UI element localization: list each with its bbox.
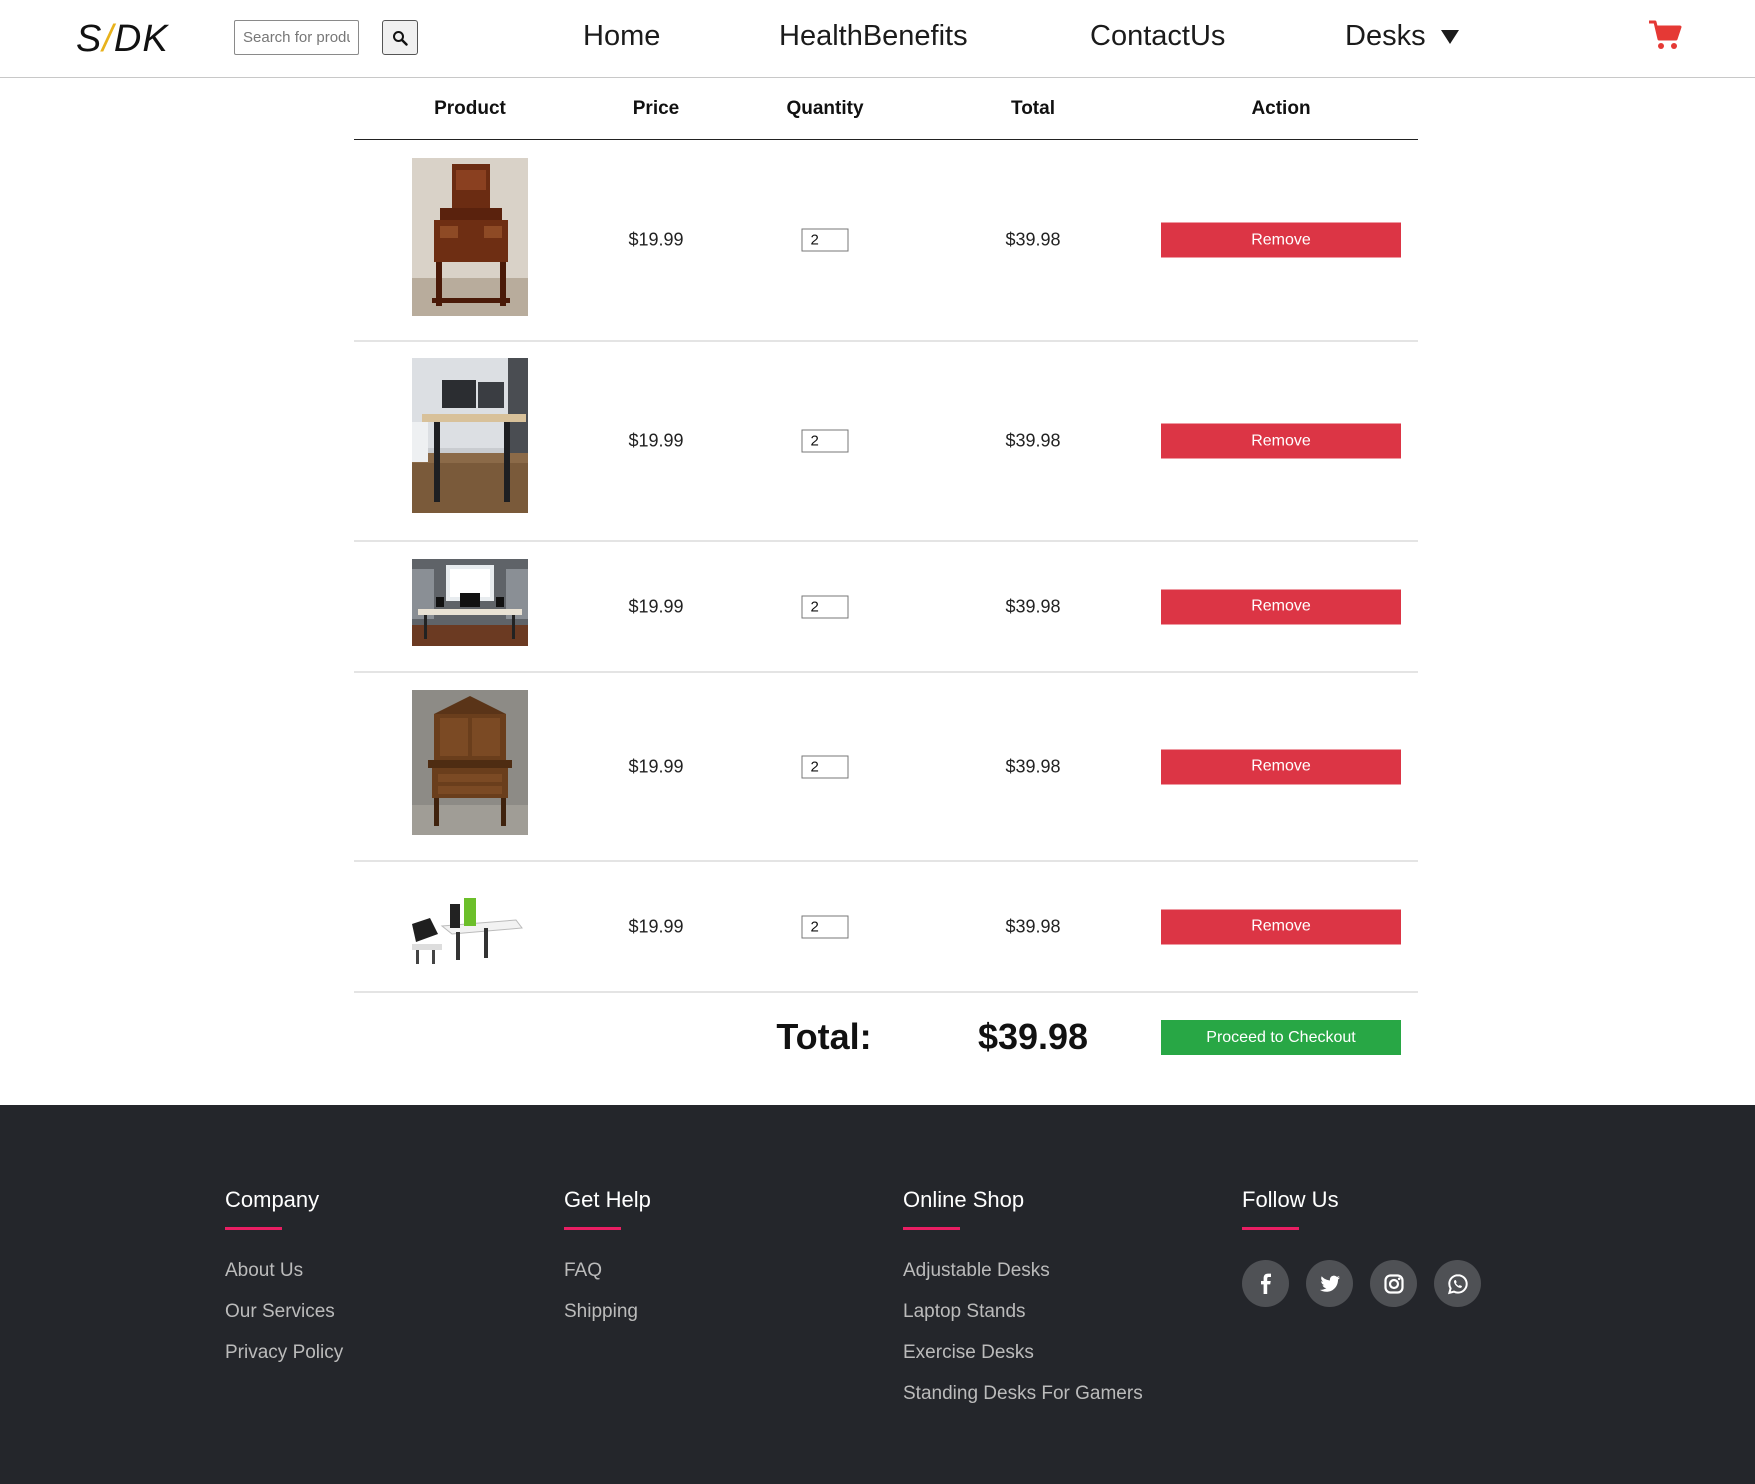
logo-text-s: S <box>76 18 103 60</box>
footer-column-company: Company About Us Our Services Privacy Po… <box>225 1187 343 1383</box>
footer-link-faq[interactable]: FAQ <box>564 1260 651 1282</box>
table-header: Product Price Quantity Total Action <box>354 78 1418 140</box>
header-quantity: Quantity <box>786 98 864 119</box>
table-row: $19.99 $39.98 Remove <box>354 673 1418 862</box>
nav-desks-label: Desks <box>1345 20 1426 52</box>
logo-text-dk: DK <box>113 18 169 60</box>
price-cell: $19.99 <box>628 916 684 936</box>
quantity-input[interactable] <box>801 228 849 252</box>
quantity-input[interactable] <box>801 595 849 618</box>
price-cell: $19.99 <box>628 430 684 451</box>
whatsapp-icon[interactable] <box>1434 1260 1481 1307</box>
price-cell: $19.99 <box>628 596 684 616</box>
total-amount: $39.98 <box>977 1016 1089 1057</box>
facebook-icon[interactable] <box>1242 1260 1289 1307</box>
header-action: Action <box>1251 98 1311 119</box>
footer-heading: Follow Us <box>1242 1187 1339 1212</box>
footer-link-our-services[interactable]: Our Services <box>225 1301 343 1323</box>
remove-button[interactable]: Remove <box>1161 589 1401 624</box>
twitter-icon[interactable] <box>1306 1260 1353 1307</box>
proceed-to-checkout-button[interactable]: Proceed to Checkout <box>1161 1020 1401 1055</box>
footer-link-adjustable-desks[interactable]: Adjustable Desks <box>903 1260 1143 1282</box>
table-row: $19.99 $39.98 Remove <box>354 862 1418 993</box>
header-price: Price <box>632 98 680 119</box>
product-image-antique-wooden-cabinet-desk <box>412 690 528 835</box>
nav-contact-us[interactable]: ContactUs <box>1090 20 1225 53</box>
quantity-input[interactable] <box>801 429 849 453</box>
footer-link-shipping[interactable]: Shipping <box>564 1301 651 1323</box>
total-label: Total: <box>776 1016 872 1057</box>
product-image-modern-white-workstation <box>412 898 528 968</box>
total-cell: $39.98 <box>1005 229 1061 250</box>
quantity-input[interactable] <box>801 915 849 938</box>
footer-column-follow-us: Follow Us <box>1242 1187 1481 1307</box>
price-cell: $19.99 <box>628 756 684 776</box>
site-logo[interactable]: S/DK <box>76 18 169 61</box>
footer-column-get-help: Get Help FAQ Shipping <box>564 1187 651 1342</box>
cart-total-row: Total: $39.98 Proceed to Checkout <box>354 994 1418 1084</box>
search-input[interactable] <box>234 20 359 55</box>
footer-heading-underline <box>564 1227 621 1230</box>
footer-heading-underline <box>1242 1227 1299 1230</box>
remove-button[interactable]: Remove <box>1161 423 1401 459</box>
search-icon <box>393 30 408 46</box>
footer-heading: Company <box>225 1187 320 1212</box>
footer-link-laptop-stands[interactable]: Laptop Stands <box>903 1301 1143 1323</box>
remove-button[interactable]: Remove <box>1161 749 1401 784</box>
instagram-icon[interactable] <box>1370 1260 1417 1307</box>
shopping-cart-icon[interactable] <box>1648 18 1682 52</box>
top-navbar: S/DK Home HealthBenefits ContactUs Desks <box>0 0 1755 78</box>
table-row: $19.99 $39.98 Remove <box>354 542 1418 673</box>
total-cell: $39.98 <box>1005 756 1061 776</box>
footer-heading: Get Help <box>564 1187 651 1212</box>
total-cell: $39.98 <box>1005 596 1061 616</box>
remove-button[interactable]: Remove <box>1161 222 1401 258</box>
remove-button[interactable]: Remove <box>1161 909 1401 944</box>
footer-link-about-us[interactable]: About Us <box>225 1260 343 1282</box>
footer-link-exercise-desks[interactable]: Exercise Desks <box>903 1342 1143 1364</box>
header-total: Total <box>1011 98 1055 119</box>
product-image-antique-secretary-desk <box>412 158 528 316</box>
footer-link-standing-desks-for-gamers[interactable]: Standing Desks For Gamers <box>903 1383 1143 1405</box>
site-footer: Company About Us Our Services Privacy Po… <box>0 1105 1755 1484</box>
table-row: $19.99 $39.98 Remove <box>354 140 1418 342</box>
search-button[interactable] <box>382 20 418 55</box>
header-product: Product <box>434 98 506 119</box>
total-cell: $39.98 <box>1005 430 1061 451</box>
logo-slash: / <box>102 18 114 60</box>
nav-home[interactable]: Home <box>583 20 660 53</box>
cart-table: Product Price Quantity Total Action $19.… <box>354 78 1418 993</box>
nav-desks-dropdown[interactable]: Desks <box>1345 20 1460 53</box>
price-cell: $19.99 <box>628 229 684 250</box>
footer-link-privacy-policy[interactable]: Privacy Policy <box>225 1342 343 1364</box>
caret-down-icon <box>1440 29 1459 44</box>
product-image-desk-with-monitors-window <box>412 559 528 646</box>
nav-health-benefits[interactable]: HealthBenefits <box>779 20 968 53</box>
footer-column-online-shop: Online Shop Adjustable Desks Laptop Stan… <box>903 1187 1143 1424</box>
table-row: $19.99 $39.98 Remove <box>354 342 1418 542</box>
footer-heading-underline <box>903 1227 960 1230</box>
total-cell: $39.98 <box>1005 916 1061 936</box>
footer-heading-underline <box>225 1227 282 1230</box>
product-image-standing-desk-office <box>412 358 528 513</box>
footer-heading: Online Shop <box>903 1187 1025 1212</box>
social-icons <box>1242 1260 1481 1307</box>
quantity-input[interactable] <box>801 755 849 778</box>
